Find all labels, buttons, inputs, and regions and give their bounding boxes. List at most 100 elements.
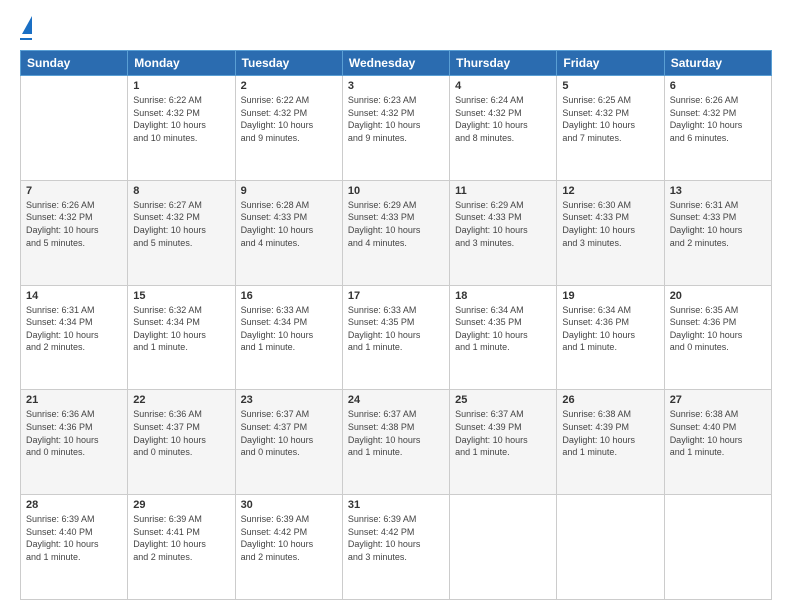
day-content: Sunrise: 6:33 AM Sunset: 4:35 PM Dayligh… xyxy=(348,304,444,354)
column-header-thursday: Thursday xyxy=(450,51,557,76)
day-content: Sunrise: 6:39 AM Sunset: 4:40 PM Dayligh… xyxy=(26,513,122,563)
column-header-saturday: Saturday xyxy=(664,51,771,76)
day-content: Sunrise: 6:26 AM Sunset: 4:32 PM Dayligh… xyxy=(26,199,122,249)
week-row-1: 1 Sunrise: 6:22 AM Sunset: 4:32 PM Daylig… xyxy=(21,76,772,181)
column-header-wednesday: Wednesday xyxy=(342,51,449,76)
day-cell: 17 Sunrise: 6:33 AM Sunset: 4:35 PM Dayli… xyxy=(342,285,449,390)
header-row: SundayMondayTuesdayWednesdayThursdayFrid… xyxy=(21,51,772,76)
day-number: 7 xyxy=(26,185,122,197)
logo-triangle-icon xyxy=(22,16,32,34)
column-header-tuesday: Tuesday xyxy=(235,51,342,76)
day-cell: 6 Sunrise: 6:26 AM Sunset: 4:32 PM Daylig… xyxy=(664,76,771,181)
day-cell xyxy=(450,495,557,600)
day-number: 5 xyxy=(562,80,658,92)
day-number: 28 xyxy=(26,499,122,511)
calendar-table: SundayMondayTuesdayWednesdayThursdayFrid… xyxy=(20,50,772,600)
day-cell: 16Sunrise: 6:33 AM Sunset: 4:34 PM Dayli… xyxy=(235,285,342,390)
day-number: 1 xyxy=(133,80,229,92)
day-cell: 26 Sunrise: 6:38 AM Sunset: 4:39 PM Dayli… xyxy=(557,390,664,495)
day-content: Sunrise: 6:32 AM Sunset: 4:34 PM Dayligh… xyxy=(133,304,229,354)
day-content: Sunrise: 6:30 AM Sunset: 4:33 PM Dayligh… xyxy=(562,199,658,249)
day-content: Sunrise: 6:26 AM Sunset: 4:32 PM Dayligh… xyxy=(670,94,766,144)
day-content: Sunrise: 6:22 AM Sunset: 4:32 PM Dayligh… xyxy=(133,94,229,144)
day-content: Sunrise: 6:39 AM Sunset: 4:42 PM Dayligh… xyxy=(241,513,337,563)
day-cell: 31 Sunrise: 6:39 AM Sunset: 4:42 PM Dayli… xyxy=(342,495,449,600)
day-content: Sunrise: 6:39 AM Sunset: 4:42 PM Dayligh… xyxy=(348,513,444,563)
day-number: 27 xyxy=(670,394,766,406)
day-cell: 13Sunrise: 6:31 AM Sunset: 4:33 PM Dayli… xyxy=(664,180,771,285)
day-number: 14 xyxy=(26,290,122,302)
day-number: 30 xyxy=(241,499,337,511)
day-number: 17 xyxy=(348,290,444,302)
day-cell: 11Sunrise: 6:29 AM Sunset: 4:33 PM Dayli… xyxy=(450,180,557,285)
day-cell: 12 Sunrise: 6:30 AM Sunset: 4:33 PM Dayli… xyxy=(557,180,664,285)
day-cell: 25 Sunrise: 6:37 AM Sunset: 4:39 PM Dayli… xyxy=(450,390,557,495)
day-content: Sunrise: 6:28 AM Sunset: 4:33 PM Dayligh… xyxy=(241,199,337,249)
day-cell: 3 Sunrise: 6:23 AM Sunset: 4:32 PM Daylig… xyxy=(342,76,449,181)
day-content: Sunrise: 6:36 AM Sunset: 4:37 PM Dayligh… xyxy=(133,408,229,458)
day-number: 23 xyxy=(241,394,337,406)
week-row-3: 14 Sunrise: 6:31 AM Sunset: 4:34 PM Dayli… xyxy=(21,285,772,390)
day-number: 22 xyxy=(133,394,229,406)
day-number: 19 xyxy=(562,290,658,302)
page: SundayMondayTuesdayWednesdayThursdayFrid… xyxy=(0,0,792,612)
week-row-4: 21 Sunrise: 6:36 AM Sunset: 4:36 PM Dayli… xyxy=(21,390,772,495)
day-cell: 10Sunrise: 6:29 AM Sunset: 4:33 PM Dayli… xyxy=(342,180,449,285)
day-content: Sunrise: 6:35 AM Sunset: 4:36 PM Dayligh… xyxy=(670,304,766,354)
day-number: 6 xyxy=(670,80,766,92)
day-number: 31 xyxy=(348,499,444,511)
logo xyxy=(20,16,32,40)
week-row-2: 7 Sunrise: 6:26 AM Sunset: 4:32 PM Daylig… xyxy=(21,180,772,285)
day-content: Sunrise: 6:34 AM Sunset: 4:35 PM Dayligh… xyxy=(455,304,551,354)
day-cell: 22 Sunrise: 6:36 AM Sunset: 4:37 PM Dayli… xyxy=(128,390,235,495)
day-content: Sunrise: 6:27 AM Sunset: 4:32 PM Dayligh… xyxy=(133,199,229,249)
header xyxy=(20,16,772,40)
day-number: 21 xyxy=(26,394,122,406)
day-content: Sunrise: 6:38 AM Sunset: 4:40 PM Dayligh… xyxy=(670,408,766,458)
day-cell: 20 Sunrise: 6:35 AM Sunset: 4:36 PM Dayli… xyxy=(664,285,771,390)
day-content: Sunrise: 6:36 AM Sunset: 4:36 PM Dayligh… xyxy=(26,408,122,458)
day-cell: 30 Sunrise: 6:39 AM Sunset: 4:42 PM Dayli… xyxy=(235,495,342,600)
day-number: 13 xyxy=(670,185,766,197)
day-cell: 8Sunrise: 6:27 AM Sunset: 4:32 PM Daylig… xyxy=(128,180,235,285)
day-cell: 18Sunrise: 6:34 AM Sunset: 4:35 PM Dayli… xyxy=(450,285,557,390)
day-content: Sunrise: 6:25 AM Sunset: 4:32 PM Dayligh… xyxy=(562,94,658,144)
day-number: 25 xyxy=(455,394,551,406)
day-number: 16 xyxy=(241,290,337,302)
day-cell: 2 Sunrise: 6:22 AM Sunset: 4:32 PM Daylig… xyxy=(235,76,342,181)
logo-underline xyxy=(20,38,32,40)
day-cell: 19 Sunrise: 6:34 AM Sunset: 4:36 PM Dayli… xyxy=(557,285,664,390)
day-cell: 24 Sunrise: 6:37 AM Sunset: 4:38 PM Dayli… xyxy=(342,390,449,495)
column-header-friday: Friday xyxy=(557,51,664,76)
day-content: Sunrise: 6:38 AM Sunset: 4:39 PM Dayligh… xyxy=(562,408,658,458)
day-number: 20 xyxy=(670,290,766,302)
day-content: Sunrise: 6:22 AM Sunset: 4:32 PM Dayligh… xyxy=(241,94,337,144)
column-header-monday: Monday xyxy=(128,51,235,76)
day-number: 12 xyxy=(562,185,658,197)
day-cell: 14 Sunrise: 6:31 AM Sunset: 4:34 PM Dayli… xyxy=(21,285,128,390)
day-cell: 28 Sunrise: 6:39 AM Sunset: 4:40 PM Dayli… xyxy=(21,495,128,600)
day-content: Sunrise: 6:37 AM Sunset: 4:39 PM Dayligh… xyxy=(455,408,551,458)
day-content: Sunrise: 6:37 AM Sunset: 4:37 PM Dayligh… xyxy=(241,408,337,458)
day-cell: 23 Sunrise: 6:37 AM Sunset: 4:37 PM Dayli… xyxy=(235,390,342,495)
day-content: Sunrise: 6:37 AM Sunset: 4:38 PM Dayligh… xyxy=(348,408,444,458)
day-cell: 15 Sunrise: 6:32 AM Sunset: 4:34 PM Dayli… xyxy=(128,285,235,390)
day-cell xyxy=(21,76,128,181)
day-content: Sunrise: 6:34 AM Sunset: 4:36 PM Dayligh… xyxy=(562,304,658,354)
day-cell: 5 Sunrise: 6:25 AM Sunset: 4:32 PM Daylig… xyxy=(557,76,664,181)
day-cell: 7 Sunrise: 6:26 AM Sunset: 4:32 PM Daylig… xyxy=(21,180,128,285)
day-number: 3 xyxy=(348,80,444,92)
day-number: 29 xyxy=(133,499,229,511)
day-number: 26 xyxy=(562,394,658,406)
week-row-5: 28 Sunrise: 6:39 AM Sunset: 4:40 PM Dayli… xyxy=(21,495,772,600)
day-content: Sunrise: 6:24 AM Sunset: 4:32 PM Dayligh… xyxy=(455,94,551,144)
day-cell: 9 Sunrise: 6:28 AM Sunset: 4:33 PM Daylig… xyxy=(235,180,342,285)
day-cell xyxy=(664,495,771,600)
day-number: 2 xyxy=(241,80,337,92)
day-content: Sunrise: 6:23 AM Sunset: 4:32 PM Dayligh… xyxy=(348,94,444,144)
day-content: Sunrise: 6:31 AM Sunset: 4:34 PM Dayligh… xyxy=(26,304,122,354)
day-number: 9 xyxy=(241,185,337,197)
day-content: Sunrise: 6:29 AM Sunset: 4:33 PM Dayligh… xyxy=(455,199,551,249)
day-number: 15 xyxy=(133,290,229,302)
day-number: 24 xyxy=(348,394,444,406)
